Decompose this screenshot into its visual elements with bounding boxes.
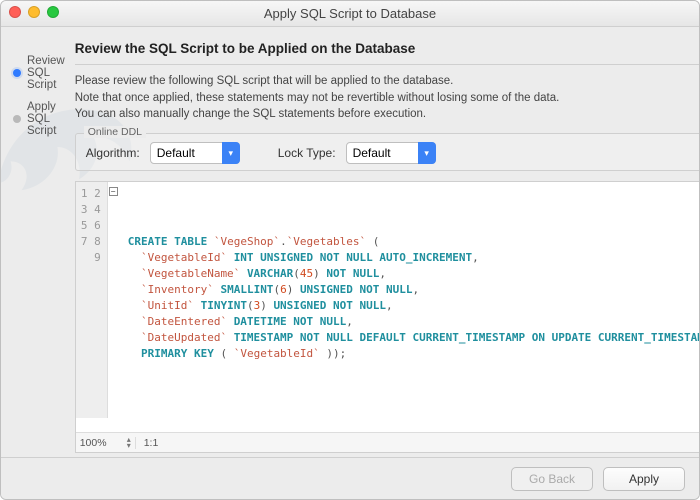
intro-line: Note that once applied, these statements…: [75, 90, 699, 107]
step-label: Review SQL Script: [27, 55, 65, 91]
apply-button[interactable]: Apply: [603, 467, 685, 491]
minimize-icon[interactable]: [28, 6, 40, 18]
dialog-window: Apply SQL Script to Database Review SQL …: [0, 0, 700, 500]
window-title: Apply SQL Script to Database: [264, 6, 436, 21]
editor-status-bar: 100% ▴▾ 1:1: [76, 432, 699, 452]
window-controls: [9, 6, 59, 18]
online-ddl-group: Online DDL Algorithm: Default ▾ Lock Typ…: [75, 133, 699, 171]
wizard-steps-sidebar: Review SQL Script Apply SQL Script: [1, 27, 75, 457]
wizard-step[interactable]: Apply SQL Script: [13, 101, 65, 137]
stepper-icon[interactable]: ▴▾: [127, 437, 131, 449]
cursor-position: 1:1: [136, 437, 167, 449]
step-bullet-icon: [13, 69, 21, 77]
step-label: Apply SQL Script: [27, 101, 65, 137]
wizard-step[interactable]: Review SQL Script: [13, 55, 65, 91]
sql-code-area[interactable]: − CREATE TABLE `VegeShop`.`Vegetables` (…: [108, 182, 699, 418]
titlebar: Apply SQL Script to Database: [1, 1, 699, 27]
algorithm-select[interactable]: Default: [150, 142, 240, 164]
online-ddl-legend: Online DDL: [84, 126, 146, 138]
divider: [75, 64, 699, 65]
fold-toggle-icon[interactable]: −: [109, 187, 118, 196]
page-heading: Review the SQL Script to be Applied on t…: [75, 41, 699, 56]
zoom-icon[interactable]: [47, 6, 59, 18]
main-panel: Review the SQL Script to be Applied on t…: [75, 27, 699, 457]
lock-type-label: Lock Type:: [278, 146, 336, 160]
intro-line: You can also manually change the SQL sta…: [75, 106, 699, 123]
dialog-footer: Go Back Apply: [1, 457, 699, 499]
close-icon[interactable]: [9, 6, 21, 18]
step-bullet-icon: [13, 115, 21, 123]
go-back-button[interactable]: Go Back: [511, 467, 593, 491]
line-number-gutter: 1 2 3 4 5 6 7 8 9: [76, 182, 108, 418]
intro-line: Please review the following SQL script t…: [75, 73, 699, 90]
algorithm-label: Algorithm:: [86, 146, 140, 160]
sql-editor: 1 2 3 4 5 6 7 8 9 − CREATE TABLE `VegeSh…: [75, 181, 699, 453]
horizontal-scrollbar[interactable]: [76, 418, 699, 432]
lock-type-select[interactable]: Default: [346, 142, 436, 164]
intro-text: Please review the following SQL script t…: [75, 73, 699, 123]
zoom-level[interactable]: 100% ▴▾: [76, 437, 136, 449]
